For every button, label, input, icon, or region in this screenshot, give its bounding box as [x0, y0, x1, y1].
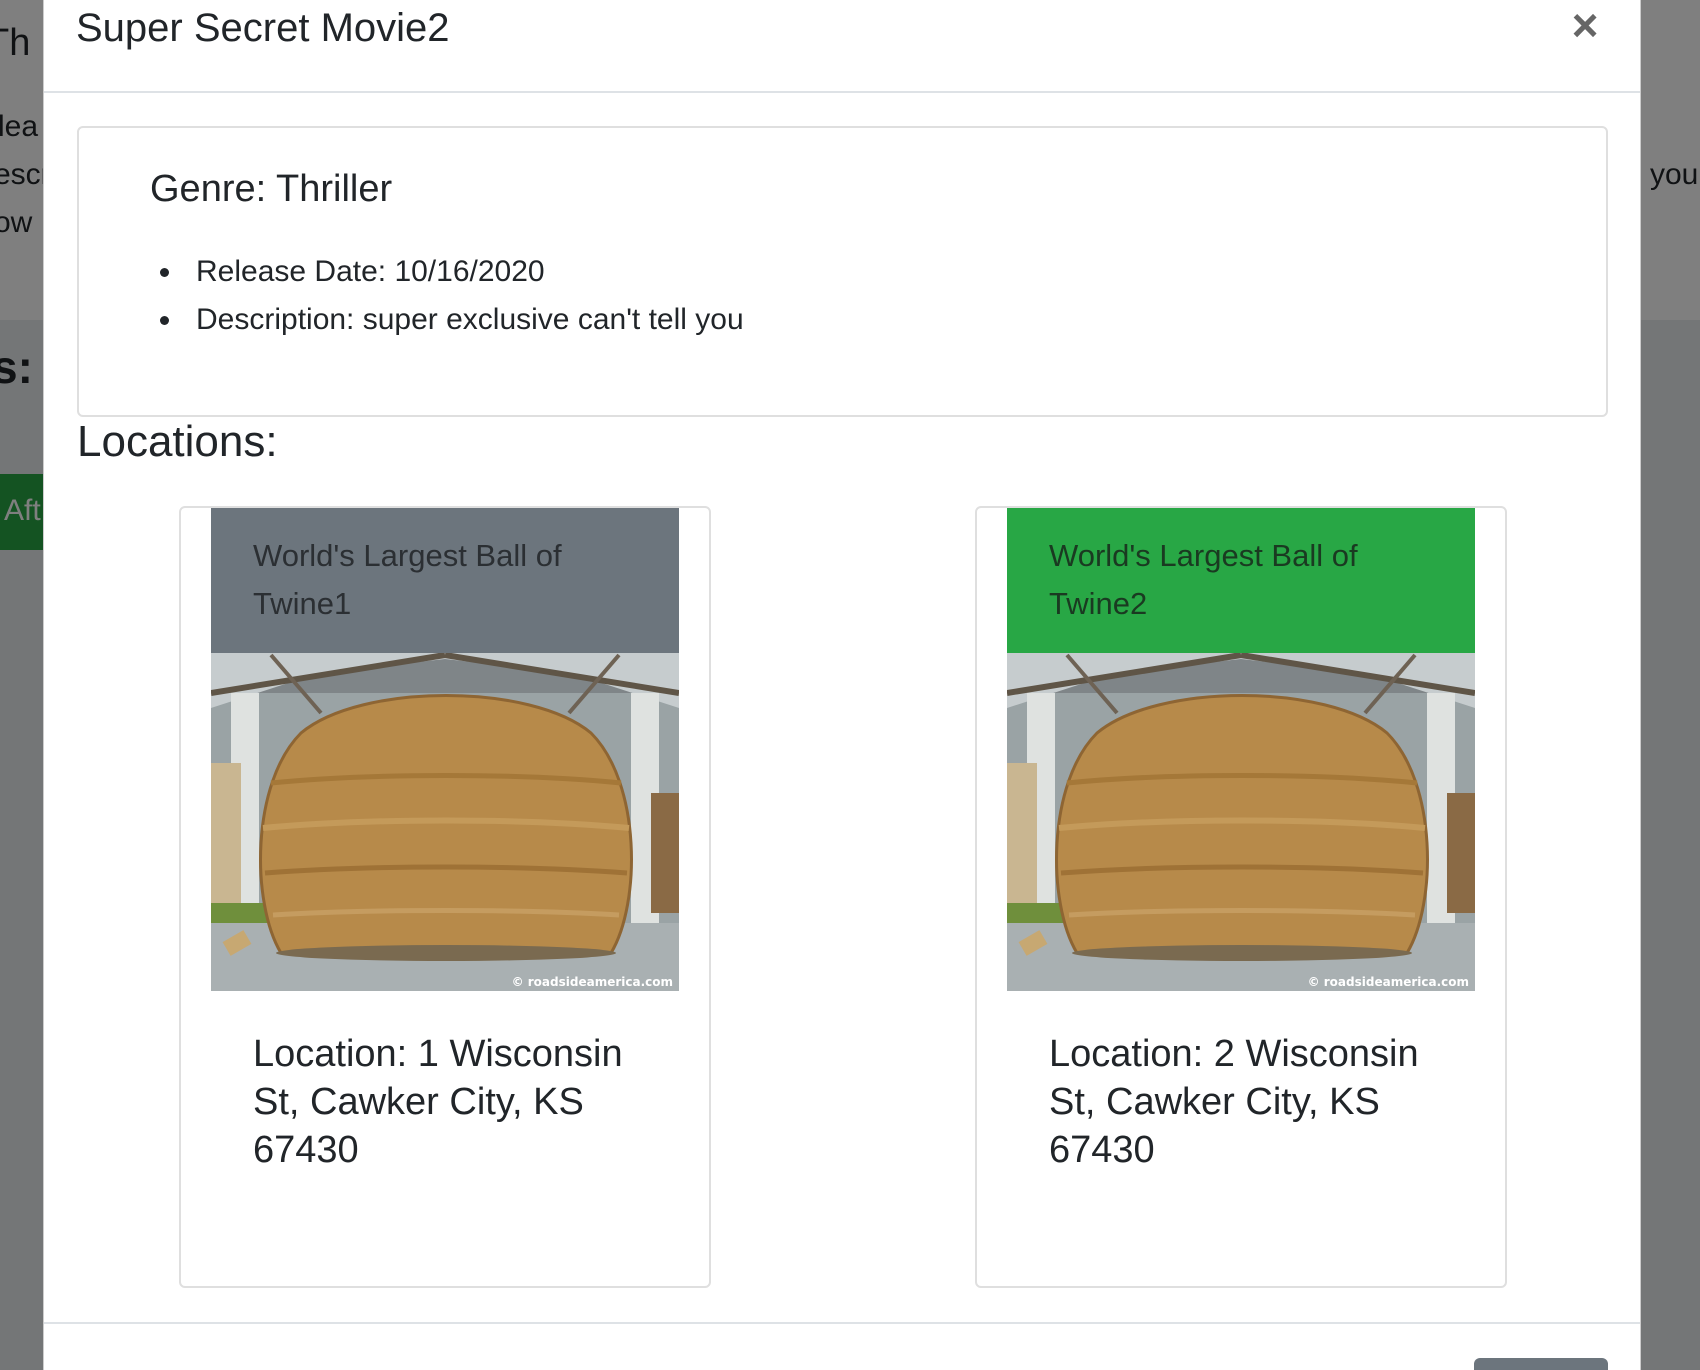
close-footer-button[interactable]	[1474, 1358, 1608, 1370]
location-card-header: World's Largest Ball of Twine1	[211, 508, 679, 653]
twine-ball-image: © roadsideamerica.com	[1007, 653, 1475, 991]
description-item: Description: super exclusive can't tell …	[160, 296, 744, 344]
location-address: Location: 1 Wisconsin St, Cawker City, K…	[253, 1033, 623, 1171]
release-date-item: Release Date: 10/16/2020	[160, 248, 744, 296]
locations-heading: Locations:	[77, 417, 278, 466]
modal-title: Super Secret Movie2	[76, 6, 450, 50]
location-card[interactable]: World's Largest Ball of Twine1 © roadsid…	[179, 506, 711, 1288]
movie-details-list: Release Date: 10/16/2020 Description: su…	[160, 248, 744, 344]
movie-info-card: Genre: Thriller Release Date: 10/16/2020…	[77, 126, 1608, 417]
image-credit: © roadsideamerica.com	[1308, 975, 1469, 989]
movie-modal: Super Secret Movie2 × Genre: Thriller Re…	[43, 0, 1641, 1370]
location-address: Location: 2 Wisconsin St, Cawker City, K…	[1049, 1033, 1419, 1171]
location-card[interactable]: World's Largest Ball of Twine2 © roadsid…	[975, 506, 1507, 1288]
modal-header: Super Secret Movie2 ×	[44, 0, 1640, 93]
location-card-header: World's Largest Ball of Twine2	[1007, 508, 1475, 653]
modal-footer-divider	[44, 1322, 1640, 1324]
twine-ball-image: © roadsideamerica.com	[211, 653, 679, 991]
image-credit: © roadsideamerica.com	[512, 975, 673, 989]
close-button[interactable]: ×	[1562, 2, 1608, 48]
genre-heading: Genre: Thriller	[150, 168, 393, 210]
